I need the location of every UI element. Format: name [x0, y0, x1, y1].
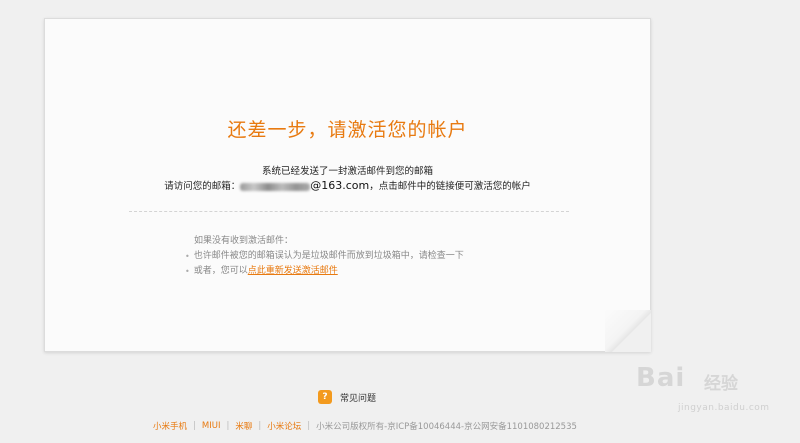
watermark-brand-jingyan: 经验 — [704, 374, 738, 394]
faq-link[interactable]: ? 常见问题 — [318, 390, 376, 404]
tip-item-resend: • 或者，您可以 点此重新发送激活邮件 — [185, 264, 464, 279]
tip-resend-prefix: 或者，您可以 — [193, 266, 248, 276]
baidu-jingyan-watermark: Bai 经验 jingyan.baidu.com — [630, 355, 780, 425]
footer-link-miui[interactable]: MIUI — [202, 421, 221, 431]
sent-notice: 系统已经发送了一封激活邮件到您的邮箱 — [261, 166, 433, 177]
dashed-divider — [129, 211, 569, 212]
footer-copyright: 小米公司版权所有-京ICP备10046444-京公网安备110108021253… — [316, 422, 577, 432]
activation-card: 还差一步，请激活您的帐户 系统已经发送了一封激活邮件到您的邮箱 请访问您的邮箱：… — [44, 18, 651, 352]
resend-activation-link[interactable]: 点此重新发送激活邮件 — [248, 264, 338, 279]
email-instruction-suffix: ，点击邮件中的链接便可激活您的帐户 — [369, 181, 531, 192]
footer-separator: | — [258, 421, 262, 431]
footer-separator: | — [226, 421, 230, 431]
footer-separator: | — [193, 421, 196, 431]
footer-link-xiaomi-phone[interactable]: 小米手机 — [153, 420, 187, 432]
bullet-icon: • — [185, 267, 190, 276]
tip-spam-text: 也许邮件被您的邮箱误认为是垃圾邮件而放到垃圾箱中，请检查一下 — [193, 251, 464, 261]
page-title: 还差一步，请激活您的帐户 — [227, 119, 468, 141]
help-tips: 如果没有收到激活邮件： • 也许邮件被您的邮箱误认为是垃圾邮件而放到垃圾箱中，请… — [185, 234, 464, 279]
footer: 小米手机 | MIUI | 米聊 | 小米论坛 | 小米公司版权所有-京ICP备… — [153, 420, 577, 432]
question-icon: ? — [318, 390, 332, 404]
tip-item-spam: • 也许邮件被您的邮箱误认为是垃圾邮件而放到垃圾箱中，请检查一下 — [185, 249, 464, 264]
watermark-url: jingyan.baidu.com — [678, 403, 770, 413]
footer-link-miliao[interactable]: 米聊 — [235, 420, 252, 432]
page-curl-decoration — [605, 310, 651, 352]
bullet-icon: • — [185, 252, 190, 261]
footer-link-forum[interactable]: 小米论坛 — [267, 420, 301, 432]
watermark-brand: Bai — [636, 363, 686, 393]
redacted-email-user — [240, 182, 311, 191]
footer-separator: | — [307, 421, 311, 431]
faq-label: 常见问题 — [340, 393, 377, 404]
email-domain: @163.com — [310, 179, 370, 192]
email-instruction: 请访问您的邮箱： @163.com，点击邮件中的链接便可激活您的帐户 — [45, 178, 650, 192]
email-instruction-prefix: 请访问您的邮箱： — [164, 181, 241, 192]
tips-heading: 如果没有收到激活邮件： — [194, 236, 294, 246]
